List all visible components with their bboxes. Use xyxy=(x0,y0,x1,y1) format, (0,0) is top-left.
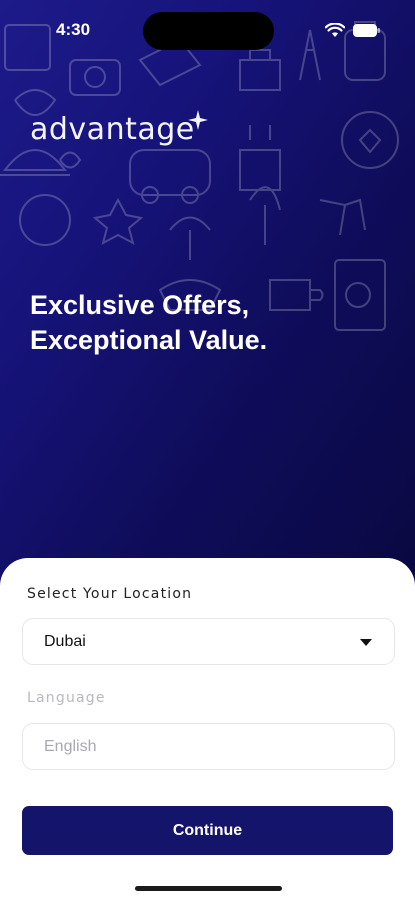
language-label: Language xyxy=(27,690,106,706)
brand-logo: advantage xyxy=(30,112,195,147)
hero-headline: Exclusive Offers, Exceptional Value. xyxy=(30,288,390,358)
dynamic-island xyxy=(143,12,274,50)
status-bar: 4:30 xyxy=(0,0,415,60)
headline-line-1: Exclusive Offers, xyxy=(30,290,250,320)
home-indicator xyxy=(135,886,282,891)
location-label: Select Your Location xyxy=(27,586,193,602)
headline-line-2: Exceptional Value. xyxy=(30,325,268,355)
continue-button[interactable]: Continue xyxy=(22,806,393,855)
language-value: English xyxy=(44,738,97,755)
location-dropdown[interactable]: Dubai xyxy=(22,618,395,665)
wifi-icon xyxy=(325,23,345,37)
sparkle-icon xyxy=(188,110,208,130)
battery-icon xyxy=(353,24,380,37)
language-field[interactable]: English xyxy=(22,723,395,770)
location-selected-value: Dubai xyxy=(44,633,86,650)
status-time: 4:30 xyxy=(56,20,91,39)
caret-down-icon xyxy=(360,639,372,646)
location-sheet: Select Your Location Dubai Language Engl… xyxy=(0,558,415,900)
